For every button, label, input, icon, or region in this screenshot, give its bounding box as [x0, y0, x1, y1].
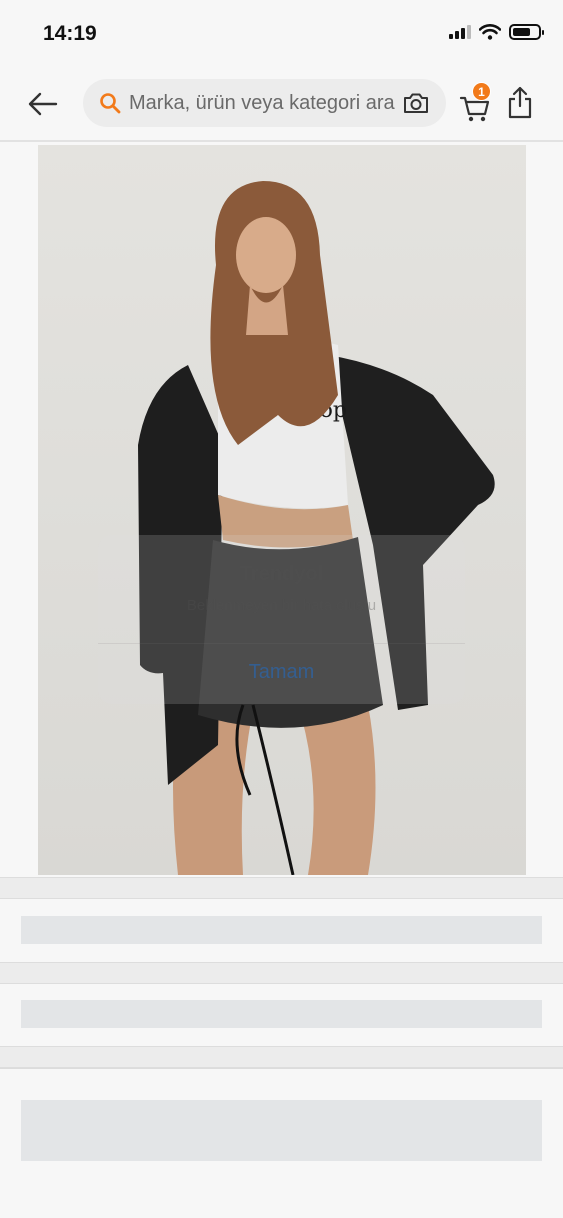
- share-icon[interactable]: [506, 86, 534, 120]
- search-icon: [100, 93, 121, 114]
- loading-section: [0, 899, 563, 962]
- section-divider: [0, 1046, 563, 1068]
- search-bar[interactable]: [83, 79, 446, 127]
- status-time: 14:19: [43, 22, 97, 45]
- dialog-divider: [98, 643, 465, 644]
- dialog-message: Beklenmeyen bir hata oluştu: [186, 597, 377, 614]
- skeleton-block: [21, 1100, 542, 1161]
- camera-search-icon[interactable]: [402, 91, 430, 115]
- top-header: 1: [0, 66, 563, 142]
- battery-icon: [509, 24, 544, 40]
- dialog-title: Trendyol: [239, 563, 324, 585]
- cart-count-badge: 1: [472, 82, 491, 101]
- error-dialog: Trendyol Beklenmeyen bir hata oluştu Tam…: [98, 535, 465, 704]
- product-image[interactable]: uber crop: [38, 145, 526, 875]
- skeleton-bar: [21, 916, 542, 944]
- section-divider: [0, 877, 563, 899]
- product-photo: uber crop: [138, 181, 495, 875]
- search-input[interactable]: [129, 91, 399, 115]
- cellular-signal-icon: [449, 25, 471, 39]
- loading-section: [0, 984, 563, 1046]
- back-arrow-icon[interactable]: [24, 86, 60, 122]
- wifi-icon: [479, 24, 501, 40]
- loading-section: [0, 1068, 563, 1218]
- section-divider: [0, 962, 563, 984]
- skeleton-bar: [21, 1000, 542, 1028]
- status-icons: [449, 24, 544, 40]
- dialog-ok-button[interactable]: Tamam: [98, 661, 465, 684]
- status-bar: 14:19: [0, 0, 563, 66]
